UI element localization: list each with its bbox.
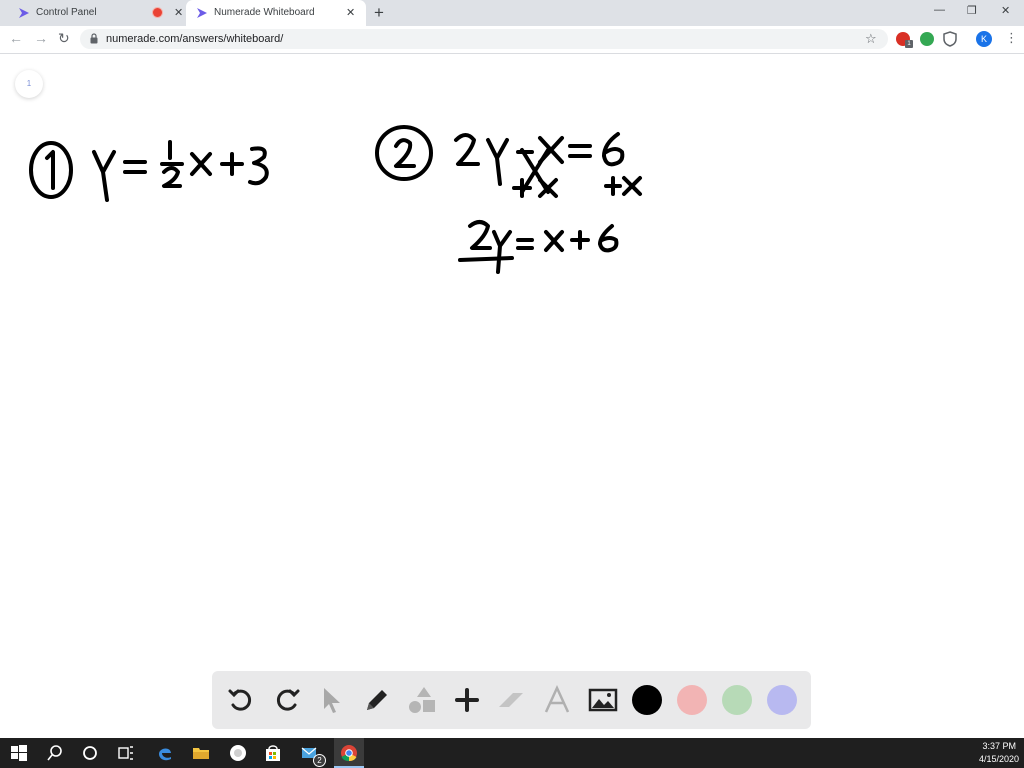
color-swatch-green[interactable]: [722, 685, 752, 715]
shapes-icon[interactable]: [406, 683, 440, 717]
problem-2-equals: [568, 144, 592, 158]
problem-2-six: [602, 132, 625, 167]
task-view-icon[interactable]: [117, 744, 135, 762]
chrome-taskbar-active[interactable]: [334, 738, 364, 768]
problem-2-step-plus-x-right: [604, 176, 642, 196]
color-swatch-black[interactable]: [632, 685, 662, 715]
redo-icon[interactable]: [270, 683, 304, 717]
menu-kebab-icon[interactable]: ⋮: [1005, 30, 1018, 46]
forward-icon[interactable]: →: [34, 30, 48, 46]
whiteboard-canvas[interactable]: [0, 54, 1024, 674]
problem-2-two: [454, 133, 480, 166]
new-tab-button[interactable]: +: [374, 3, 384, 23]
text-icon[interactable]: [540, 683, 574, 717]
plus-icon[interactable]: [450, 683, 484, 717]
pencil-icon[interactable]: [360, 683, 394, 717]
problem-2-circle: [375, 125, 433, 181]
problem-2-result-six: [598, 224, 619, 253]
pointer-icon[interactable]: [314, 683, 348, 717]
extension-audio-icon[interactable]: [920, 32, 934, 46]
reload-icon[interactable]: ↻: [58, 30, 70, 47]
problem-1-fraction: [160, 140, 184, 188]
problem-2-number: [394, 138, 416, 168]
tab-title: Control Panel: [36, 7, 97, 18]
address-bar[interactable]: numerade.com/answers/whiteboard/ ☆: [80, 29, 888, 49]
drawing-toolbar: [212, 671, 811, 729]
close-tab-icon[interactable]: ✕: [346, 6, 355, 19]
problem-2-handwriting: [375, 125, 642, 274]
tab-title: Numerade Whiteboard: [214, 7, 315, 18]
cortana-icon[interactable]: [81, 744, 99, 762]
extension-badge: 1: [905, 40, 913, 48]
clock-date[interactable]: 4/15/2020: [979, 754, 1019, 764]
problem-1-y: [92, 150, 116, 202]
close-tab-icon[interactable]: ✕: [174, 6, 183, 19]
numerade-logo-icon: [197, 8, 207, 18]
app-circle-icon[interactable]: [229, 744, 247, 762]
problem-2-result-plus: [570, 230, 590, 250]
store-icon[interactable]: [264, 744, 282, 762]
window-close-icon[interactable]: ✕: [1001, 4, 1010, 17]
restore-icon[interactable]: ❐: [967, 4, 977, 17]
problem-2-y: [486, 138, 509, 186]
image-icon[interactable]: [586, 683, 620, 717]
mail-badge: 2: [313, 754, 326, 767]
numerade-logo-icon: [19, 8, 29, 18]
problem-2-result-underline: [458, 256, 514, 262]
edge-icon[interactable]: [156, 744, 174, 762]
tab-numerade-whiteboard[interactable]: Numerade Whiteboard ✕: [186, 0, 366, 26]
problem-1-equals: [123, 160, 147, 174]
lock-icon: [90, 33, 98, 44]
taskbar: 2 3:37 PM 4/15/2020: [0, 738, 1024, 768]
recording-icon: [153, 8, 162, 17]
problem-1-handwriting: [29, 140, 269, 202]
clock-time[interactable]: 3:37 PM: [982, 741, 1016, 751]
eraser-icon[interactable]: [494, 683, 528, 717]
tab-strip: Control Panel ✕ Numerade Whiteboard ✕ + …: [0, 0, 1024, 26]
undo-icon[interactable]: [224, 683, 258, 717]
problem-1-x: [190, 152, 212, 176]
tab-control-panel[interactable]: Control Panel ✕: [8, 0, 186, 26]
color-swatch-blue[interactable]: [767, 685, 797, 715]
problem-2-result-equals: [516, 238, 534, 250]
file-explorer-icon[interactable]: [192, 744, 210, 762]
problem-2-step-plus-x: [512, 178, 558, 198]
url-text: numerade.com/answers/whiteboard/: [106, 33, 284, 45]
problem-2-result-2y: [468, 220, 512, 274]
problem-1-number: [45, 150, 55, 190]
search-icon[interactable]: [46, 744, 64, 762]
problem-1-three: [248, 146, 269, 186]
problem-2-result-x: [544, 230, 564, 252]
minimize-icon[interactable]: —: [934, 4, 945, 16]
problem-1-plus: [220, 152, 244, 176]
windows-start-icon[interactable]: [10, 744, 28, 762]
back-icon[interactable]: ←: [9, 30, 23, 46]
bookmark-star-icon[interactable]: ☆: [865, 31, 877, 47]
shield-icon[interactable]: [943, 31, 957, 47]
profile-avatar[interactable]: K: [976, 31, 992, 47]
browser-toolbar: ← → ↻ numerade.com/answers/whiteboard/ ☆: [0, 26, 1024, 54]
color-swatch-red[interactable]: [677, 685, 707, 715]
chrome-icon: [341, 745, 357, 762]
